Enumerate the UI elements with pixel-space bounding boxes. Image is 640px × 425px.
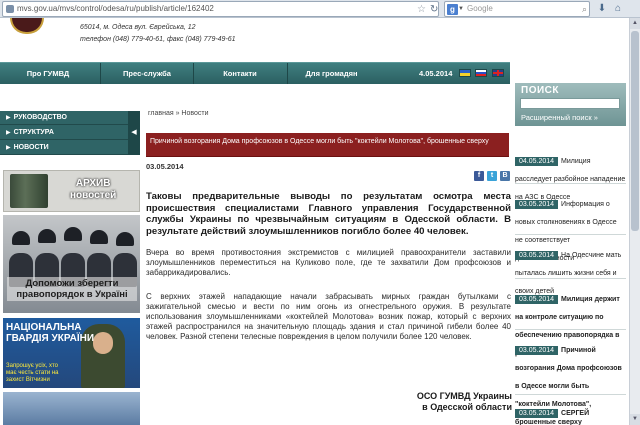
banner-caption-line: правопорядок в Україні [16, 289, 128, 300]
scroll-up-icon[interactable]: ▲ [630, 18, 640, 29]
banner-caption: Допоможи зберегти правопорядок в Україні [7, 277, 137, 301]
helmet-icon [90, 230, 108, 244]
banner-subtitle-line: має честь стати на [6, 370, 59, 376]
news-divider [515, 329, 626, 330]
article-paragraph: Вчера во время противостояния экстремист… [146, 248, 511, 277]
nav-divider [287, 63, 288, 84]
helmet-icon [116, 232, 134, 246]
archive-book-icon [10, 174, 48, 208]
sidebar-collapse-icon[interactable]: ◀ [128, 111, 140, 155]
ukrainian-flag-icon[interactable] [459, 69, 471, 77]
page-scrollbar[interactable]: ▲ ▼ [629, 18, 640, 425]
arrow-right-icon: ▶ [6, 115, 11, 121]
news-date: 03.05.2014 [515, 295, 559, 304]
ministry-emblem-logo[interactable] [10, 18, 44, 34]
news-date: 03.05.2014 [515, 251, 559, 260]
facebook-icon[interactable]: f [474, 171, 484, 181]
site-favicon-icon [6, 5, 14, 13]
site-search: ПОИСК Расширенный поиск » [515, 83, 626, 126]
search-title: ПОИСК [521, 85, 559, 96]
sidebar-item-structure[interactable]: ▶ СТРУКТУРА [0, 126, 140, 140]
contact-address: 65014, м. Одеса вул. Єврейська, 12 телеф… [80, 22, 236, 46]
nav-divider [100, 63, 101, 84]
arrow-right-icon: ▶ [6, 130, 11, 136]
article-signature: ОСО ГУМВД Украины в Одесской области [380, 391, 512, 413]
google-icon[interactable]: g [447, 4, 458, 15]
chevron-down-icon[interactable]: ▼ [458, 2, 464, 16]
browser-search-box[interactable]: g ▼ Google ⌕ [444, 1, 590, 17]
sidebar-item-label: НОВОСТИ [13, 144, 49, 151]
sidebar-item-news[interactable]: ▶ НОВОСТИ [0, 141, 140, 155]
news-divider [515, 278, 626, 279]
news-date: 04.05.2014 [515, 157, 559, 166]
helmet-icon [64, 227, 82, 241]
nav-about[interactable]: Про ГУМВД [8, 63, 88, 84]
scroll-thumb[interactable] [631, 31, 639, 231]
partial-banner[interactable] [3, 392, 140, 425]
news-divider [515, 183, 626, 184]
reload-icon[interactable]: ↻ [430, 3, 438, 17]
scroll-down-icon[interactable]: ▼ [630, 414, 640, 425]
search-icon[interactable]: ⌕ [582, 2, 587, 16]
url-text: mvs.gov.ua/mvs/control/odesa/ru/publish/… [17, 4, 214, 13]
vkontakte-icon[interactable]: B [500, 171, 510, 181]
help-keep-order-banner[interactable]: Допоможи зберегти правопорядок в Україні [3, 215, 140, 313]
nav-contacts[interactable]: Контакти [195, 63, 285, 84]
headline-text: Причиной возгорания Дома профсоюзов в Од… [150, 138, 489, 145]
search-placeholder: Google [467, 4, 493, 13]
article-lead: Таковы предварительные выводы по результ… [146, 191, 511, 237]
banner-title-line: ГВАРДІЯ УКРАЇНИ [6, 333, 95, 344]
nav-citizens[interactable]: Для громадян [289, 63, 374, 84]
news-date: 03.05.2014 [515, 346, 559, 355]
download-icon[interactable]: ⬇ [596, 3, 608, 15]
russian-flag-icon[interactable] [475, 69, 487, 77]
publish-date: 03.05.2014 [146, 162, 184, 171]
news-date: 03.05.2014 [515, 409, 559, 418]
home-icon[interactable]: ⌂ [612, 3, 624, 15]
news-item[interactable]: 03.05.2014 СЕРГЕЙ [515, 402, 626, 420]
nav-press[interactable]: Прес-служба [102, 63, 192, 84]
news-date: 03.05.2014 [515, 200, 559, 209]
arrow-right-icon: ▶ [6, 145, 11, 151]
banner-title-line: НАЦІОНАЛЬНА [6, 322, 82, 333]
nav-divider [193, 63, 194, 84]
article-paragraph: С верхних этажей нападающие начали забра… [146, 292, 511, 341]
current-date: 4.05.2014 [419, 69, 453, 78]
soldier-face [93, 332, 113, 354]
headline-banner: Причиной возгорания Дома профсоюзов в Од… [146, 133, 509, 157]
helmet-icon [38, 229, 56, 243]
address-bar[interactable]: mvs.gov.ua/mvs/control/odesa/ru/publish/… [2, 1, 439, 17]
archive-title: АРХИВ новостей [70, 178, 116, 202]
archive-title-line: новостей [70, 190, 117, 201]
news-divider [515, 234, 626, 235]
sidebar-item-label: РУКОВОДСТВО [13, 114, 67, 121]
twitter-icon[interactable]: t [487, 171, 497, 181]
news-title[interactable]: СЕРГЕЙ [561, 410, 589, 417]
breadcrumb[interactable]: главная » Новости [148, 110, 209, 117]
top-navigation: Про ГУМВД Прес-служба Контакти Для грома… [0, 62, 510, 84]
search-input[interactable] [520, 98, 620, 109]
address-line: 65014, м. Одеса вул. Єврейська, 12 [80, 24, 196, 31]
helmet-icon [12, 231, 30, 245]
phone-line: телефон (048) 779-40-61, факс (048) 779-… [80, 36, 236, 43]
banner-caption-line: Допоможи зберегти [25, 278, 119, 289]
banner-subtitle-line: Запрошує усіх, хто [6, 363, 58, 369]
english-flag-icon[interactable] [492, 69, 504, 77]
signature-line: в Одесской области [422, 402, 512, 412]
bookmark-star-icon[interactable]: ☆ [417, 3, 426, 17]
news-archive-banner[interactable]: АРХИВ новостей [3, 170, 140, 212]
sidebar-menu: ▶ РУКОВОДСТВО ▶ СТРУКТУРА ▶ НОВОСТИ ◀ [0, 111, 140, 155]
archive-title-line: АРХИВ [75, 178, 111, 189]
signature-line: ОСО ГУМВД Украины [416, 391, 512, 401]
news-divider [515, 394, 626, 395]
advanced-search-link[interactable]: Расширенный поиск » [521, 113, 598, 122]
sidebar-item-label: СТРУКТУРА [13, 129, 54, 136]
banner-subtitle: Запрошує усіх, хто має честь стати на за… [6, 363, 59, 384]
national-guard-banner[interactable]: НАЦІОНАЛЬНА ГВАРДІЯ УКРАЇНИ Запрошує усі… [3, 318, 140, 388]
banner-subtitle-line: захист Вітчизни [6, 377, 50, 383]
browser-toolbar: mvs.gov.ua/mvs/control/odesa/ru/publish/… [0, 0, 640, 18]
banner-title: НАЦІОНАЛЬНА ГВАРДІЯ УКРАЇНИ [6, 322, 94, 344]
sidebar-item-leadership[interactable]: ▶ РУКОВОДСТВО [0, 111, 140, 125]
